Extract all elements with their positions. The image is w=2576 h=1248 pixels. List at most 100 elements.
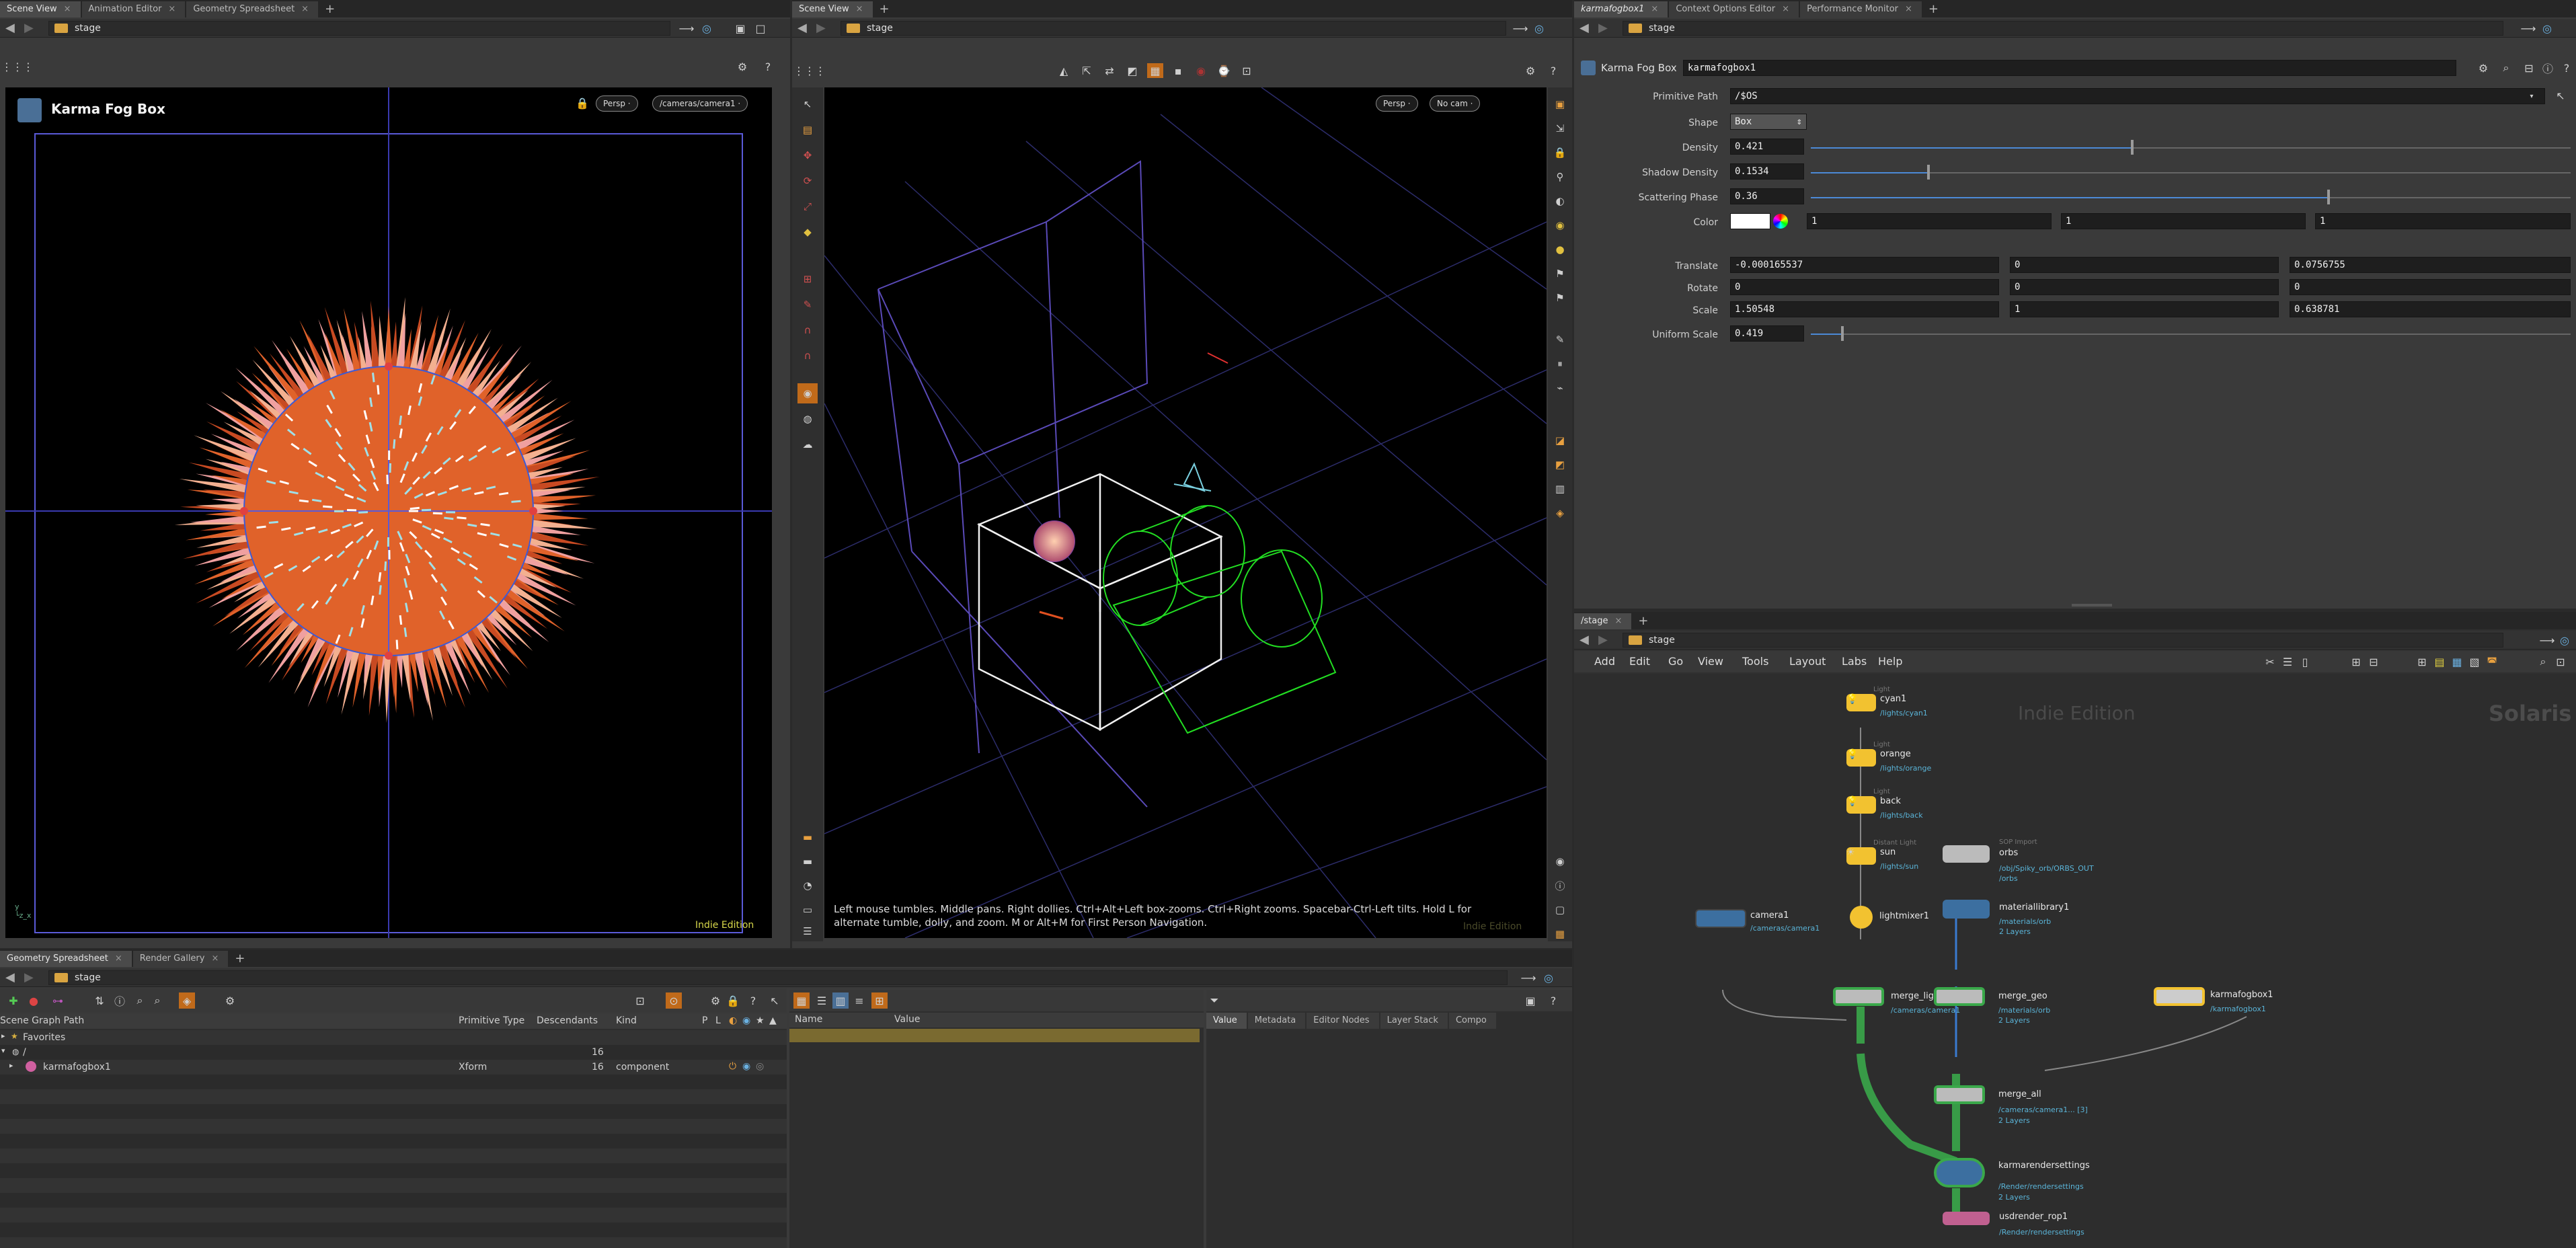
table-row[interactable]: ▸ karmafogbox1 Xform 16 component ⏻ ◉ ◎ xyxy=(0,1060,787,1075)
filter-icon[interactable]: ⇅ xyxy=(91,992,108,1009)
pin-icon[interactable]: ⟶ xyxy=(679,22,695,35)
expand-arrow-icon[interactable]: ▸ xyxy=(9,1061,13,1070)
menu-go[interactable]: Go xyxy=(1668,655,1683,668)
activate-flag-icon[interactable]: ◎ xyxy=(756,1061,764,1072)
help-icon[interactable]: ? xyxy=(1545,992,1561,1009)
color-g-field[interactable]: 1 xyxy=(2061,213,2306,229)
menu-tools[interactable]: Tools xyxy=(1742,655,1768,668)
tab-metadata[interactable]: Metadata xyxy=(1247,1013,1306,1029)
menu-view[interactable]: View xyxy=(1698,655,1723,668)
density-field[interactable]: 0.421 xyxy=(1730,139,1804,155)
camera-icon[interactable]: ⌁ xyxy=(1550,378,1570,398)
dropdown-icon[interactable]: ▾ xyxy=(2524,90,2540,102)
layers-icon[interactable]: ▦ xyxy=(793,992,810,1009)
color-palette-icon[interactable]: ▦ xyxy=(2450,654,2464,669)
lock-tool-icon[interactable]: ▤ xyxy=(797,120,818,140)
pin-icon[interactable]: ⟶ xyxy=(2540,633,2555,647)
node-back[interactable]: Light 💡 back /lights/back xyxy=(1846,788,2115,828)
stop-icon[interactable]: ◉ xyxy=(1193,63,1209,78)
back-arrow-icon[interactable]: ◀ xyxy=(5,21,15,35)
add-prim-icon[interactable]: ✚ xyxy=(5,992,22,1009)
tab-render-gallery[interactable]: Render Gallery × xyxy=(132,951,229,967)
color-r-field[interactable]: 1 xyxy=(1807,213,2052,229)
path-field[interactable]: stage xyxy=(1623,21,2503,36)
cloud-tool-icon[interactable]: ☁ xyxy=(797,434,818,455)
display-icon[interactable]: ⊙ xyxy=(666,992,682,1009)
menu-edit[interactable]: Edit xyxy=(1629,655,1650,668)
search-icon[interactable]: ⌕ xyxy=(2498,61,2514,75)
eye-icon[interactable]: ◉ xyxy=(1550,851,1570,871)
tab-stage[interactable]: /stage × xyxy=(1574,613,1632,629)
camera-tool-icon[interactable]: ◉ xyxy=(797,383,818,403)
path-field[interactable]: stage xyxy=(48,970,1508,985)
link-icon[interactable]: ◎ xyxy=(1541,971,1556,984)
forward-arrow-icon[interactable]: ▶ xyxy=(816,21,826,35)
close-icon[interactable]: × xyxy=(115,953,122,964)
rotate-y-field[interactable]: 0 xyxy=(2010,279,2279,295)
flag-header[interactable]: ★ xyxy=(756,1015,765,1026)
tab-value[interactable]: Value xyxy=(1206,1013,1247,1029)
add-tab-icon[interactable]: + xyxy=(1633,613,1653,629)
light-tool-icon[interactable]: ◆ xyxy=(797,222,818,242)
selected-attribute-row[interactable] xyxy=(789,1029,1200,1042)
snap-icon[interactable]: ◩ xyxy=(1124,63,1140,78)
view-tool-icon[interactable]: ◍ xyxy=(797,409,818,429)
flag-icon[interactable]: ⚑ xyxy=(1550,264,1570,284)
primitive-path-field[interactable]: /$OS xyxy=(1730,88,2545,104)
rotate-tool-icon[interactable]: ⟳ xyxy=(797,171,818,191)
columns-icon[interactable]: ▥ xyxy=(832,992,849,1009)
close-icon[interactable]: × xyxy=(1651,4,1658,14)
node-camera1[interactable]: camera1 /cameras/camera1 xyxy=(1695,909,1870,949)
save-icon[interactable]: ▣ xyxy=(1522,992,1538,1009)
flag-header[interactable]: ▲ xyxy=(769,1015,777,1026)
link-icon[interactable]: ◎ xyxy=(699,22,714,35)
add-tab-icon[interactable]: + xyxy=(229,951,250,967)
pin-icon[interactable]: ⟶ xyxy=(1521,971,1536,984)
node-karmarendersettings[interactable]: karmarendersettings /Render/rendersettin… xyxy=(1934,1158,2189,1212)
rows-icon[interactable]: ≡ xyxy=(851,992,867,1009)
help-icon[interactable]: ? xyxy=(2559,61,2575,75)
path-field[interactable]: stage xyxy=(841,21,1506,36)
search-icon[interactable]: ⌕ xyxy=(2536,654,2550,669)
record-icon[interactable]: ▪ xyxy=(1170,63,1186,78)
view-icon[interactable]: □ xyxy=(753,22,768,35)
camera-snap-icon[interactable]: ⌚ xyxy=(1216,63,1232,78)
collection-icon[interactable]: ⊶ xyxy=(47,992,69,1009)
add-tab-icon[interactable]: + xyxy=(1923,1,1944,17)
parameter-tag-icon[interactable]: ⊟ xyxy=(2521,61,2537,75)
tab-scene-view[interactable]: Scene View × xyxy=(0,1,81,17)
edit-tool-icon[interactable]: ✎ xyxy=(797,295,818,315)
gear-icon[interactable]: ⚙ xyxy=(734,59,750,74)
lock-tool-icon[interactable]: 🔒 xyxy=(1550,143,1570,163)
grid-icon[interactable]: ⊟ xyxy=(2366,654,2381,669)
rotate-z-field[interactable]: 0 xyxy=(2290,279,2571,295)
grid-icon[interactable]: ⊞ xyxy=(2349,654,2364,669)
menu-labs[interactable]: Labs xyxy=(1842,655,1867,668)
list-icon[interactable]: ☰ xyxy=(2280,654,2295,669)
select-icon[interactable]: ↖ xyxy=(767,992,783,1009)
gear-icon[interactable]: ⚙ xyxy=(707,992,724,1009)
path-field[interactable]: stage xyxy=(48,21,670,36)
menu-add[interactable]: Add xyxy=(1594,655,1615,668)
forward-arrow-icon[interactable]: ▶ xyxy=(1598,633,1608,647)
close-icon[interactable]: × xyxy=(168,4,175,14)
help-icon[interactable]: ? xyxy=(1545,63,1561,78)
back-arrow-icon[interactable]: ◀ xyxy=(1579,21,1589,35)
visibility-flag-icon[interactable]: ◉ xyxy=(742,1061,750,1072)
page-icon[interactable]: ▯ xyxy=(2298,654,2312,669)
search-icon[interactable]: ⌕ xyxy=(132,992,148,1009)
menu-layout[interactable]: Layout xyxy=(1789,655,1826,668)
tab-geometry-spreadsheet[interactable]: Geometry Spreadsheet × xyxy=(0,951,132,967)
view-icon[interactable]: ⊡ xyxy=(2553,654,2568,669)
search-icon[interactable]: ⌕ xyxy=(149,992,165,1009)
node-name-field[interactable]: karmafogbox1 xyxy=(1683,60,2456,76)
badge-icon[interactable]: ◚ xyxy=(2485,654,2499,669)
table-icon[interactable]: ⊞ xyxy=(871,992,888,1009)
pane-divider-handle[interactable] xyxy=(2072,604,2112,607)
grid-tool-icon[interactable]: ⊞ xyxy=(797,269,818,289)
color-swatch[interactable] xyxy=(1730,213,1770,229)
light-link-icon[interactable]: ▥ xyxy=(1550,479,1570,499)
select-prim-icon[interactable]: ↖ xyxy=(2552,89,2569,102)
display-tool-icon[interactable]: ▣ xyxy=(1550,94,1570,114)
scale-tool-icon[interactable]: ⤢ xyxy=(797,196,818,217)
